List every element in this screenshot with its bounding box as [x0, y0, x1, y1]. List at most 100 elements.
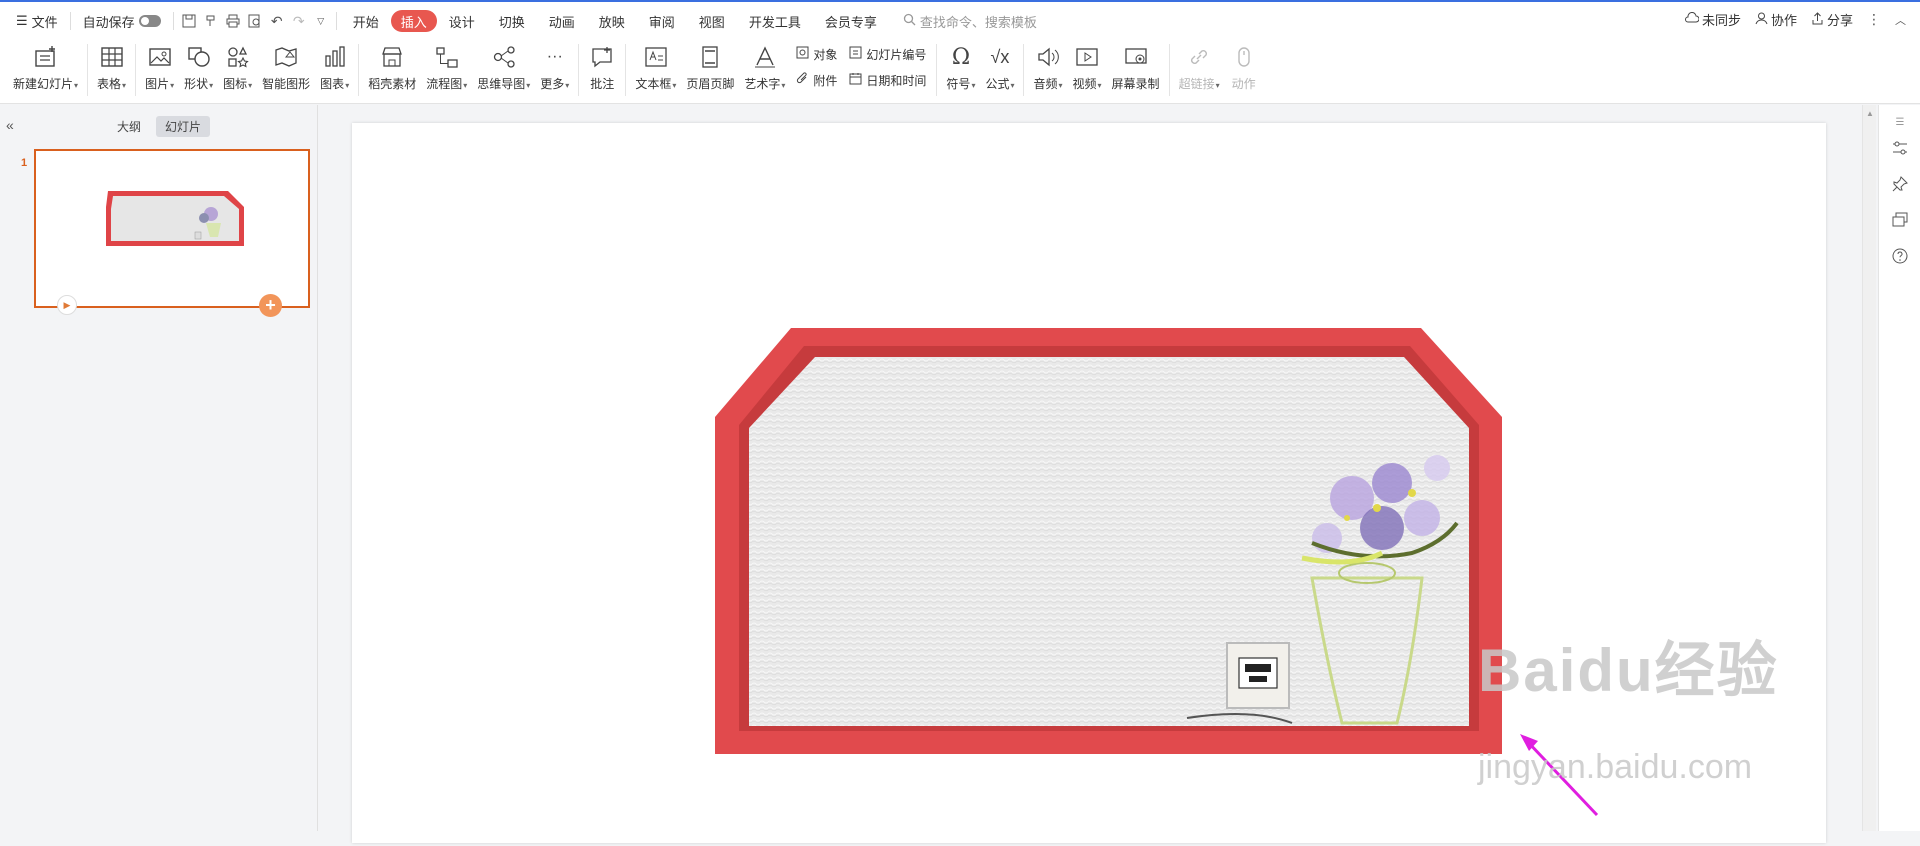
save-icon[interactable]	[178, 10, 200, 32]
tab-transitions[interactable]: 切换	[487, 9, 537, 33]
right-tools: 未同步 协作 分享 ⋮ ︿	[1684, 10, 1906, 29]
play-from-slide-icon[interactable]: ▶	[57, 295, 77, 315]
action-label: 动作	[1231, 77, 1256, 91]
shape-button[interactable]: 形状▾	[179, 40, 218, 100]
attachment-button[interactable]: 附件	[796, 70, 837, 90]
sync-button[interactable]: 未同步	[1684, 10, 1741, 29]
tab-design[interactable]: 设计	[437, 9, 487, 33]
tab-animations[interactable]: 动画	[537, 9, 587, 33]
wordart-button[interactable]: 艺术字▾	[739, 40, 790, 100]
divider	[335, 12, 337, 30]
slide-thumbnail[interactable]	[34, 149, 310, 308]
tab-developer[interactable]: 开发工具	[737, 9, 813, 33]
search-placeholder: 查找命令、搜索模板	[919, 14, 1037, 30]
collapse-ribbon-icon[interactable]: ︿	[1895, 12, 1906, 28]
share-icon	[1811, 11, 1824, 28]
table-label: 表格	[97, 77, 122, 91]
hyperlink-label: 超链接	[1178, 77, 1215, 91]
new-slide-label: 新建幻灯片	[13, 77, 74, 91]
tab-outline[interactable]: 大纲	[108, 116, 150, 137]
panel-tabs: 大纲 幻灯片	[108, 116, 211, 137]
share-label: 分享	[1826, 13, 1853, 28]
header-footer-button[interactable]: 页眉页脚	[681, 40, 739, 100]
mindmap-button[interactable]: 思维导图▾	[472, 40, 535, 100]
material-button[interactable]: 稻壳素材	[363, 40, 421, 100]
object-button[interactable]: 对象	[796, 44, 837, 64]
sync-label: 未同步	[1701, 13, 1741, 28]
table-button[interactable]: 表格▾	[92, 40, 131, 100]
file-menu[interactable]: ☰ 文件	[8, 9, 66, 33]
chart-label: 图表	[320, 77, 345, 91]
title-menu-bar: ☰ 文件 自动保存 ↶ ↷ ▽ 开始 插入 设计 切换 动画 放映 审阅 视图 …	[0, 0, 1920, 40]
tab-view[interactable]: 视图	[687, 9, 737, 33]
redo-icon[interactable]: ↷	[288, 10, 310, 32]
hyperlink-button[interactable]: 超链接▾	[1174, 40, 1225, 100]
autosave-toggle[interactable]	[138, 15, 161, 27]
tab-insert[interactable]: 插入	[390, 10, 437, 32]
object-label: 对象	[813, 47, 838, 62]
divider	[578, 44, 580, 96]
wordart-label: 艺术字	[744, 77, 781, 91]
screen-record-button[interactable]: 屏幕录制	[1107, 40, 1165, 100]
audio-button[interactable]: 音频▾	[1028, 40, 1067, 100]
format-painter-icon[interactable]	[200, 10, 222, 32]
properties-icon[interactable]	[1889, 137, 1911, 159]
divider	[358, 44, 360, 96]
rail-menu-icon[interactable]: ☰	[1889, 111, 1911, 133]
vertical-scrollbar[interactable]: ▲	[1862, 105, 1876, 831]
chart-button[interactable]: 图表▾	[315, 40, 354, 100]
tab-home[interactable]: 开始	[341, 9, 391, 33]
picture-button[interactable]: 图片▾	[140, 40, 179, 100]
scroll-up-icon[interactable]: ▲	[1866, 109, 1874, 118]
print-icon[interactable]	[222, 10, 244, 32]
textbox-icon	[642, 44, 670, 70]
divider	[69, 12, 71, 30]
user-icon	[1755, 12, 1768, 28]
more-options-icon[interactable]: ⋮	[1867, 11, 1881, 28]
floral-picture[interactable]	[749, 357, 1469, 726]
date-time-button[interactable]: 日期和时间	[849, 70, 926, 90]
new-slide-button[interactable]: 新建幻灯片▾	[8, 40, 83, 100]
undo-icon[interactable]: ↶	[266, 10, 288, 32]
symbol-button[interactable]: Ω 符号▾	[941, 40, 980, 100]
autosave[interactable]: 自动保存	[75, 9, 169, 33]
customize-dropdown-icon[interactable]: ▽	[310, 10, 332, 32]
header-footer-label: 页眉页脚	[686, 77, 735, 91]
flowchart-label: 流程图	[426, 77, 463, 91]
collapse-panel-icon[interactable]: «	[6, 117, 14, 133]
flowchart-button[interactable]: 流程图▾	[421, 40, 472, 100]
pin-icon[interactable]	[1889, 173, 1911, 195]
slides-panel-icon[interactable]	[1889, 209, 1911, 231]
textbox-button[interactable]: 文本框▾	[630, 40, 681, 100]
insert-ribbon: 新建幻灯片▾ 表格▾ 图片▾ 形状▾ 图标▾ 智能图形 图表▾ 稻壳素材 流程图…	[0, 40, 1920, 104]
icon-button[interactable]: 图标▾	[218, 40, 257, 100]
divider	[135, 44, 137, 96]
help-icon[interactable]	[1889, 245, 1911, 267]
tab-slideshow[interactable]: 放映	[587, 9, 637, 33]
print-preview-icon[interactable]	[244, 10, 266, 32]
share-button[interactable]: 分享	[1811, 10, 1853, 29]
screen-record-label: 屏幕录制	[1111, 77, 1160, 91]
action-button[interactable]: 动作	[1225, 40, 1263, 100]
ellipsis-icon: ···	[546, 48, 563, 65]
formula-button[interactable]: √x 公式▾	[980, 40, 1019, 100]
video-icon	[1073, 44, 1101, 70]
tab-member[interactable]: 会员专享	[813, 9, 889, 33]
collab-label: 协作	[1770, 13, 1797, 28]
file-menu-label: 文件	[31, 14, 58, 30]
tab-slides[interactable]: 幻灯片	[156, 116, 211, 137]
new-slide-icon	[32, 44, 60, 70]
divider	[936, 44, 938, 96]
add-slide-button[interactable]: +	[259, 294, 282, 317]
slide-canvas[interactable]	[352, 123, 1826, 843]
slide-number-button[interactable]: 幻灯片编号	[849, 44, 926, 64]
more-button[interactable]: ··· 更多▾	[535, 40, 574, 100]
store-icon	[378, 44, 406, 70]
command-search[interactable]: 查找命令、搜索模板	[903, 12, 1037, 31]
comment-button[interactable]: 批注	[583, 40, 621, 100]
collab-button[interactable]: 协作	[1755, 10, 1797, 29]
divider	[625, 44, 627, 96]
video-button[interactable]: 视频▾	[1068, 40, 1107, 100]
tab-review[interactable]: 审阅	[637, 9, 687, 33]
smartart-button[interactable]: 智能图形	[257, 40, 315, 100]
